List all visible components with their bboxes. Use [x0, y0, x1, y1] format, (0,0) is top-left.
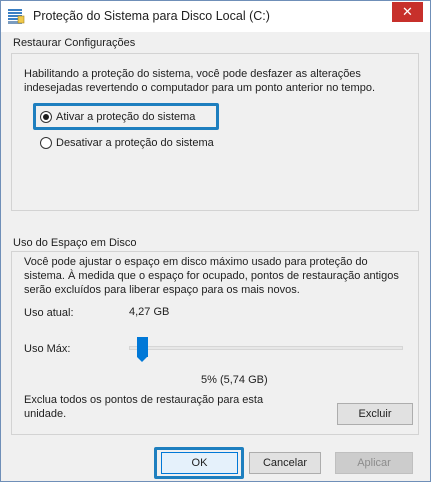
radio-label: Ativar a proteção do sistema — [56, 111, 196, 123]
radio-button-checked[interactable] — [40, 111, 52, 123]
dialog-window: Proteção do Sistema para Disco Local (C:… — [0, 0, 431, 482]
radio-button[interactable] — [40, 137, 52, 149]
ok-button[interactable]: OK — [161, 452, 238, 474]
close-icon: ✕ — [402, 4, 413, 19]
radio-disable-protection[interactable]: Desativar a proteção do sistema — [40, 135, 214, 151]
max-usage-slider-track[interactable] — [129, 346, 403, 350]
max-usage-value: 5% (5,74 GB) — [201, 374, 268, 386]
close-button[interactable]: ✕ — [392, 2, 423, 22]
apply-button[interactable]: Aplicar — [335, 452, 413, 474]
restore-section-title: Restaurar Configurações — [13, 37, 136, 49]
current-usage-value: 4,27 GB — [129, 306, 170, 318]
slider-thumb-pointer — [137, 357, 147, 362]
disk-usage-section-title: Uso do Espaço em Disco — [13, 237, 137, 249]
cancel-button[interactable]: Cancelar — [249, 452, 321, 474]
radio-label: Desativar a proteção do sistema — [56, 137, 214, 149]
window-title: Proteção do Sistema para Disco Local (C:… — [33, 9, 270, 23]
delete-button[interactable]: Excluir — [337, 403, 413, 425]
restore-description: Habilitando a proteção do sistema, você … — [24, 68, 375, 94]
disk-usage-description: Você pode ajustar o espaço em disco máxi… — [24, 256, 399, 296]
max-usage-label: Uso Máx: — [24, 343, 71, 355]
max-usage-slider-thumb[interactable] — [137, 337, 148, 357]
delete-description: Exclua todos os pontos de restauração pa… — [24, 394, 264, 420]
current-usage-label: Uso atual: — [24, 307, 74, 319]
system-protection-icon — [8, 9, 25, 24]
title-bar[interactable]: Proteção do Sistema para Disco Local (C:… — [1, 1, 430, 32]
radio-enable-protection[interactable]: Ativar a proteção do sistema — [40, 109, 195, 125]
